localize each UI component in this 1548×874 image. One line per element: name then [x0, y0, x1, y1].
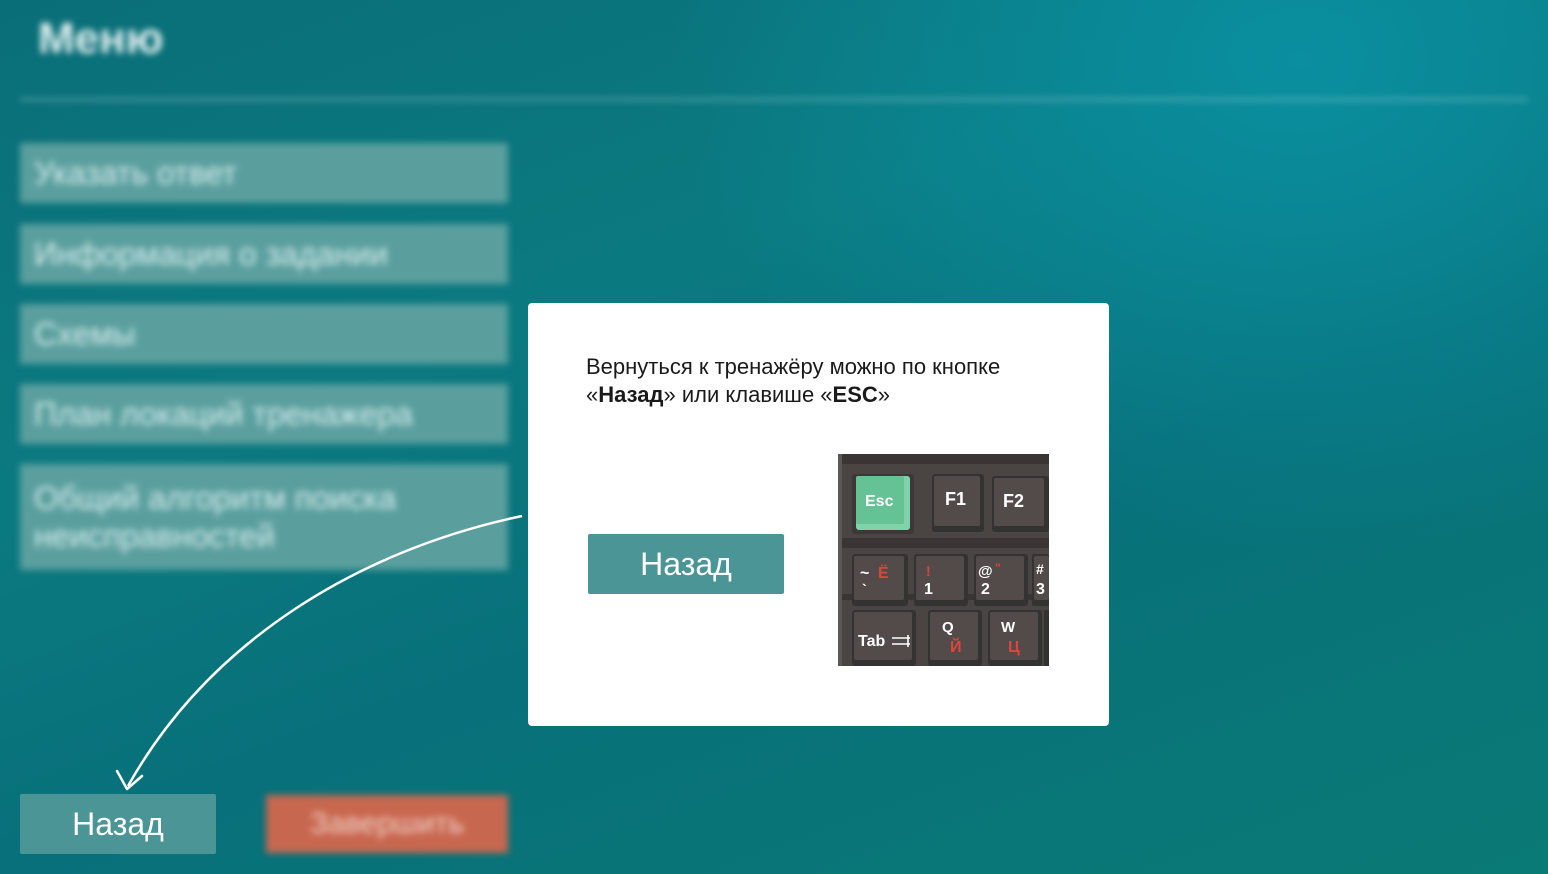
menu-item-location-plan[interactable]: План локаций тренажера — [20, 384, 508, 444]
svg-text:1: 1 — [924, 581, 933, 598]
dialog-back-button[interactable]: Назад — [588, 534, 784, 594]
menu-item-task-info[interactable]: Информация о задании — [20, 224, 508, 284]
tilde-key: ~ Ё ` — [852, 554, 908, 606]
key-1: ! 1 — [914, 554, 968, 606]
svg-text:Q: Q — [942, 619, 954, 636]
back-button[interactable]: Назад — [20, 794, 216, 854]
svg-text:`: ` — [862, 581, 867, 597]
menu-item-schemes[interactable]: Схемы — [20, 304, 508, 364]
svg-text:Esc: Esc — [865, 493, 894, 510]
svg-text:Й: Й — [950, 637, 962, 656]
svg-text:": " — [995, 561, 1001, 575]
svg-text:#: # — [1036, 561, 1044, 577]
svg-text:Ц: Ц — [1008, 639, 1020, 656]
svg-text:Tab: Tab — [858, 633, 885, 650]
svg-text:F1: F1 — [945, 489, 966, 509]
f1-key: F1 — [932, 474, 984, 532]
esc-key: Esc — [852, 474, 914, 534]
tab-key: Tab — [852, 610, 916, 666]
svg-text:W: W — [1001, 619, 1016, 636]
key-2: @ " 2 — [974, 554, 1028, 606]
svg-text:~: ~ — [860, 565, 869, 582]
key-q: Q Й — [928, 610, 982, 666]
svg-text:Ё: Ё — [878, 564, 889, 582]
svg-text:3: 3 — [1036, 581, 1045, 598]
keyboard-illustration: Esc F1 F2 ~ Ё ` ! 1 @ " 2 # 3 Tab Q Й W … — [838, 454, 1049, 666]
f2-key: F2 — [992, 476, 1049, 532]
menu-item-algorithm[interactable]: Общий алгоритм поиска неисправностей — [20, 464, 508, 570]
svg-text:2: 2 — [981, 581, 990, 598]
hint-dialog: Вернуться к тренажёру можно по кнопке «Н… — [528, 303, 1109, 726]
key-w: W Ц — [988, 610, 1042, 666]
key-3: # 3 — [1032, 554, 1049, 606]
menu-divider — [20, 98, 1528, 101]
svg-text:F2: F2 — [1003, 491, 1024, 511]
menu-item-answer[interactable]: Указать ответ — [20, 143, 508, 203]
svg-text:!: ! — [926, 563, 931, 579]
dialog-message: Вернуться к тренажёру можно по кнопке «Н… — [586, 354, 1001, 407]
svg-text:@: @ — [978, 563, 993, 580]
menu-title: Меню — [38, 14, 164, 63]
finish-button[interactable]: Завершить — [266, 795, 508, 853]
